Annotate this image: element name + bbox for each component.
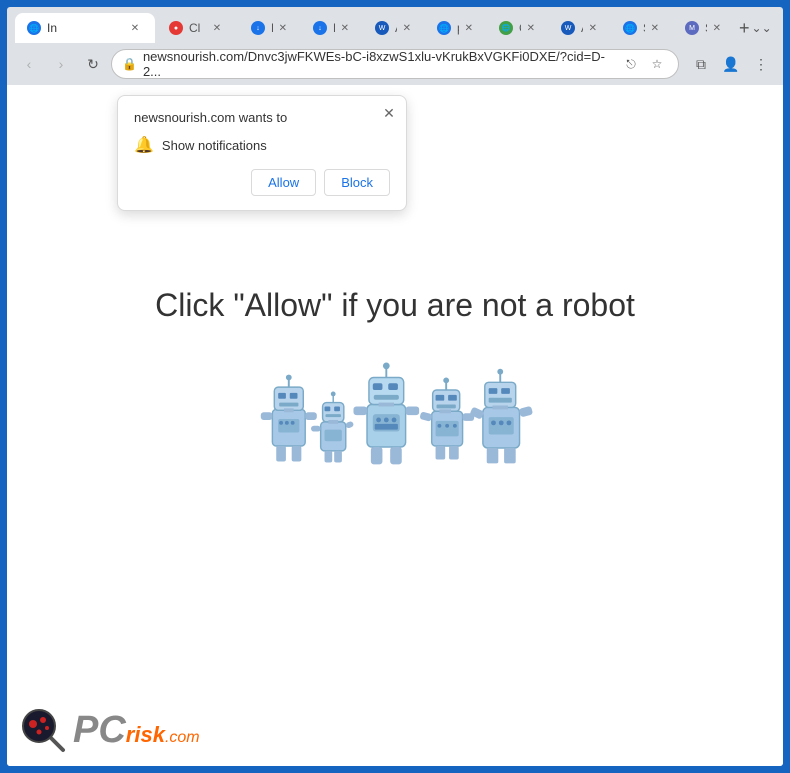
tab-close-10[interactable]: ✕ [713, 20, 721, 36]
tab-label-3: D [271, 21, 273, 35]
tab-label-9: Si [643, 21, 645, 35]
address-bar[interactable]: 🔒 newsnourish.com/Dnvc3jwFKWEs-bC-i8xzwS… [111, 49, 679, 79]
tab-icon-2: ● [169, 21, 183, 35]
pc-label: PC [73, 711, 126, 749]
notification-popup: ✕ newsnourish.com wants to 🔔 Show notifi… [117, 95, 407, 211]
tab-9[interactable]: 🌐 Si ✕ [611, 13, 671, 43]
page-main-text: Click "Allow" if you are not a robot [155, 287, 635, 324]
tab-close-3[interactable]: ✕ [279, 20, 287, 36]
forward-button[interactable]: › [47, 50, 75, 78]
address-text: newsnourish.com/Dnvc3jwFKWEs-bC-i8xzwS1x… [143, 49, 614, 79]
tab-10[interactable]: M Si ✕ [673, 13, 733, 43]
nav-bar: ‹ › ↻ 🔒 newsnourish.com/Dnvc3jwFKWEs-bC-… [7, 43, 783, 85]
window-controls: ⌄⌄ — □ ✕ [752, 20, 786, 37]
tab-2[interactable]: ● Cl ✕ [157, 13, 237, 43]
tab-close-7[interactable]: ✕ [527, 20, 535, 36]
popup-buttons: Allow Block [134, 169, 390, 196]
tab-label-4: D [333, 21, 335, 35]
address-actions: ⎋ ☆ [620, 53, 668, 75]
popup-permission: 🔔 Show notifications [134, 135, 390, 155]
popup-close-button[interactable]: ✕ [380, 104, 398, 122]
tab-close-8[interactable]: ✕ [589, 20, 597, 36]
tab-3[interactable]: ↓ D ✕ [239, 13, 299, 43]
popup-permission-text: Show notifications [162, 138, 267, 153]
browser-content: Click "Allow" if you are not a robot [7, 85, 783, 766]
tab-icon-10: M [685, 21, 699, 35]
tab-label-8: A [581, 21, 583, 35]
share-button[interactable]: ⎋ [620, 53, 642, 75]
chevron-down-icon: ⌄⌄ [752, 21, 772, 35]
pcrisk-watermark: PC risk .com [19, 706, 200, 754]
new-tab-button[interactable]: + [739, 14, 750, 42]
pcrisk-logo-icon [19, 706, 67, 754]
tab-icon-9: 🌐 [623, 21, 637, 35]
tab-icon-5: W [375, 21, 389, 35]
tab-7[interactable]: 🌐 C ✕ [487, 13, 547, 43]
minimize-button[interactable]: — [784, 20, 786, 36]
tab-icon-4: ↓ [313, 21, 327, 35]
robots-illustration [255, 354, 535, 484]
block-button[interactable]: Block [324, 169, 390, 196]
tab-icon-3: ↓ [251, 21, 265, 35]
tab-close-9[interactable]: ✕ [651, 20, 659, 36]
pcrisk-text: PC risk .com [73, 711, 200, 749]
tab-icon-6: 🌐 [437, 21, 451, 35]
com-label: .com [165, 729, 200, 747]
tab-label-7: C [519, 21, 521, 35]
tab-8[interactable]: W A ✕ [549, 13, 609, 43]
tab-label-1: In [47, 21, 57, 35]
tab-label-5: A [395, 21, 397, 35]
reload-button[interactable]: ↻ [79, 50, 107, 78]
tab-close-6[interactable]: ✕ [465, 20, 473, 36]
tab-5[interactable]: W A ✕ [363, 13, 423, 43]
title-bar: 🌐 In ✕ ● Cl ✕ ↓ D ✕ ↓ D ✕ W A ✕ 🌐 p ✕ [7, 7, 783, 43]
tab-4[interactable]: ↓ D ✕ [301, 13, 361, 43]
nav-icons: ⧉ 👤 ⋮ [687, 50, 775, 78]
tab-active[interactable]: 🌐 In ✕ [15, 13, 155, 43]
bell-icon: 🔔 [134, 135, 154, 155]
popup-title: newsnourish.com wants to [134, 110, 390, 125]
tab-icon-1: 🌐 [27, 21, 41, 35]
tab-close-4[interactable]: ✕ [341, 20, 349, 36]
back-button[interactable]: ‹ [15, 50, 43, 78]
tab-close-5[interactable]: ✕ [403, 20, 411, 36]
tab-label-10: Si [705, 21, 707, 35]
tab-label-6: p [457, 21, 459, 35]
lock-icon: 🔒 [122, 57, 137, 71]
tab-icon-8: W [561, 21, 575, 35]
tab-label-2: Cl [189, 21, 200, 35]
allow-button[interactable]: Allow [251, 169, 316, 196]
menu-button[interactable]: ⋮ [747, 50, 775, 78]
browser-window: 🌐 In ✕ ● Cl ✕ ↓ D ✕ ↓ D ✕ W A ✕ 🌐 p ✕ [4, 4, 786, 769]
tab-icon-7: 🌐 [499, 21, 513, 35]
profile-button[interactable]: 👤 [717, 50, 745, 78]
risk-label: risk [126, 722, 165, 748]
tab-6[interactable]: 🌐 p ✕ [425, 13, 485, 43]
tab-close-2[interactable]: ✕ [209, 20, 225, 36]
bookmark-button[interactable]: ☆ [646, 53, 668, 75]
extensions-button[interactable]: ⧉ [687, 50, 715, 78]
tab-close-1[interactable]: ✕ [127, 20, 143, 36]
